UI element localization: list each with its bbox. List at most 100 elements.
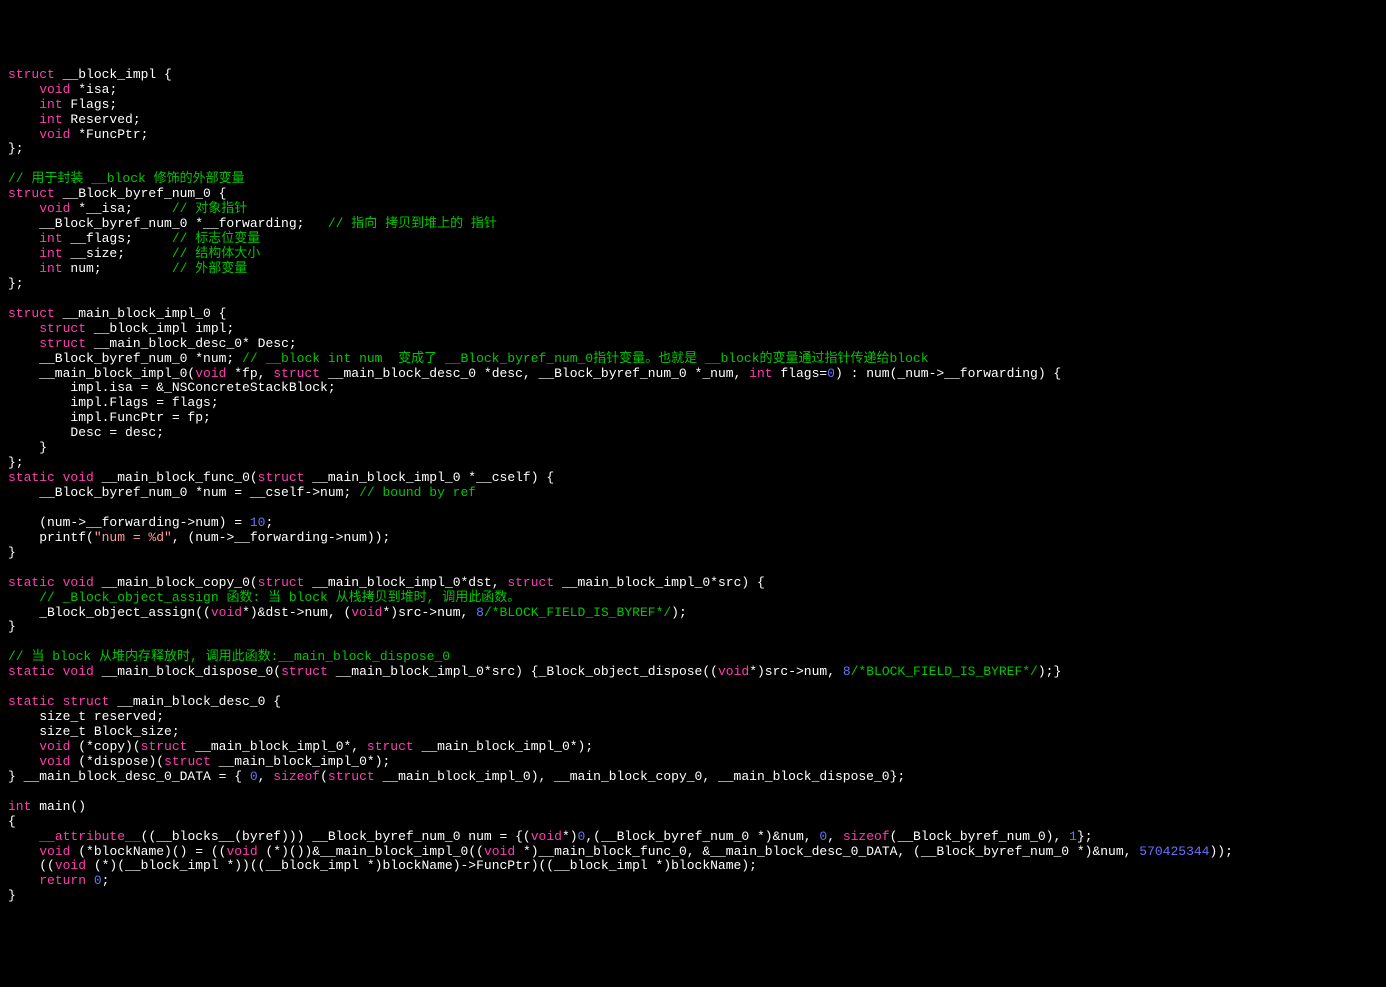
- token-id: [55, 694, 63, 709]
- token-id: (*copy)(: [70, 739, 140, 754]
- token-id: __main_block_impl_0(: [8, 366, 195, 381]
- token-id: __main_block_impl_0), __main_block_copy_…: [375, 769, 906, 784]
- token-cm: // 外部变量: [172, 261, 247, 276]
- token-id: __Block_byref_num_0 *__forwarding;: [8, 216, 328, 231]
- code-line: }: [8, 889, 1378, 904]
- token-id: ;: [102, 873, 110, 888]
- token-id: __main_block_copy_0(: [94, 575, 258, 590]
- code-line: [8, 785, 1378, 800]
- code-line: [8, 561, 1378, 576]
- token-id: [8, 82, 39, 97]
- token-kw: void: [226, 844, 257, 859]
- token-id: ((__blocks__(byref))) __Block_byref_num_…: [141, 829, 531, 844]
- token-cm: // _Block_object_assign 函数: 当 block 从栈拷贝…: [39, 590, 520, 605]
- token-id: ) : num(_num->__forwarding) {: [835, 366, 1061, 381]
- code-line: int Reserved;: [8, 113, 1378, 128]
- token-id: __block_impl {: [55, 67, 172, 82]
- token-kw: struct: [39, 336, 86, 351]
- token-id: __main_block_dispose_0(: [94, 664, 281, 679]
- token-cm: // 结构体大小: [172, 246, 260, 261]
- token-id: (*dispose)(: [70, 754, 164, 769]
- token-kw: int: [749, 366, 772, 381]
- token-id: size_t reserved;: [8, 709, 164, 724]
- token-id: __main_block_impl_0*src) {_Block_object_…: [328, 664, 718, 679]
- token-id: [8, 590, 39, 605]
- token-id: main(): [31, 799, 86, 814]
- code-line: }: [8, 620, 1378, 635]
- code-line: // 用于封装 __block 修饰的外部变量: [8, 172, 1378, 187]
- token-id: [8, 97, 39, 112]
- code-line: };: [8, 277, 1378, 292]
- code-line: void (*copy)(struct __main_block_impl_0*…: [8, 740, 1378, 755]
- token-kw: struct: [8, 67, 55, 82]
- code-line: static struct __main_block_desc_0 {: [8, 695, 1378, 710]
- token-kw: void: [39, 739, 70, 754]
- token-id: __main_block_func_0(: [94, 470, 258, 485]
- token-id: [55, 664, 63, 679]
- token-id: [8, 844, 39, 859]
- code-line: void (*dispose)(struct __main_block_impl…: [8, 755, 1378, 770]
- token-id: [8, 336, 39, 351]
- token-id: };: [1077, 829, 1093, 844]
- token-kw: void: [39, 844, 70, 859]
- token-id: [8, 739, 39, 754]
- code-block: struct __block_impl { void *isa; int Fla…: [8, 68, 1378, 905]
- token-id: *)src->num,: [749, 664, 843, 679]
- token-id: ,(__Block_byref_num_0 *)&num,: [585, 829, 819, 844]
- token-id: }: [8, 619, 16, 634]
- token-kw: struct: [141, 739, 188, 754]
- code-line: void *__isa; // 对象指针: [8, 202, 1378, 217]
- code-line: int Flags;: [8, 98, 1378, 113]
- token-id: };: [8, 141, 24, 156]
- token-id: Desc = desc;: [8, 425, 164, 440]
- token-id: *)src->num,: [383, 605, 477, 620]
- token-id: ));: [1209, 844, 1232, 859]
- code-line: impl.isa = &_NSConcreteStackBlock;: [8, 381, 1378, 396]
- token-id: (num->__forwarding->num) =: [8, 515, 250, 530]
- token-kw: struct: [258, 470, 305, 485]
- code-line: (num->__forwarding->num) = 10;: [8, 516, 1378, 531]
- token-id: [55, 470, 63, 485]
- token-id: __main_block_impl_0*,: [187, 739, 366, 754]
- token-id: __main_block_desc_0 {: [109, 694, 281, 709]
- code-line: {: [8, 815, 1378, 830]
- token-num: 0: [250, 769, 258, 784]
- code-line: void *FuncPtr;: [8, 128, 1378, 143]
- code-line: size_t reserved;: [8, 710, 1378, 725]
- code-line: struct __main_block_desc_0* Desc;: [8, 337, 1378, 352]
- token-id: [8, 261, 39, 276]
- token-cm: /*BLOCK_FIELD_IS_BYREF*/: [484, 605, 671, 620]
- token-kw: void: [211, 605, 242, 620]
- token-id: }: [8, 440, 47, 455]
- code-line: __main_block_impl_0(void *fp, struct __m…: [8, 367, 1378, 382]
- token-id: , (num->__forwarding->num));: [172, 530, 390, 545]
- token-id: }: [8, 888, 16, 903]
- code-line: struct __main_block_impl_0 {: [8, 307, 1378, 322]
- token-id: (*blockName)() = ((: [70, 844, 226, 859]
- code-line: impl.FuncPtr = fp;: [8, 411, 1378, 426]
- token-kw: struct: [281, 664, 328, 679]
- token-id: _Block_object_assign((: [8, 605, 211, 620]
- token-num: 10: [250, 515, 266, 530]
- code-line: [8, 292, 1378, 307]
- code-line: size_t Block_size;: [8, 725, 1378, 740]
- token-cm: // 用于封装 __block 修饰的外部变量: [8, 171, 245, 186]
- token-id: flags=: [773, 366, 828, 381]
- token-id: (__Block_byref_num_0),: [890, 829, 1069, 844]
- token-id: (*)())&__main_block_impl_0((: [258, 844, 484, 859]
- token-id: Flags;: [63, 97, 118, 112]
- token-id: }: [8, 545, 16, 560]
- token-id: __Block_byref_num_0 *num = __cself->num;: [8, 485, 359, 500]
- token-kw: void: [63, 470, 94, 485]
- code-line: } __main_block_desc_0_DATA = { 0, sizeof…: [8, 770, 1378, 785]
- token-id: __block_impl impl;: [86, 321, 234, 336]
- code-line: __Block_byref_num_0 *num; // __block int…: [8, 352, 1378, 367]
- token-kw: int: [39, 246, 62, 261]
- token-kw: static: [8, 470, 55, 485]
- token-id: __main_block_desc_0* Desc;: [86, 336, 297, 351]
- token-id: __main_block_impl_0 {: [55, 306, 227, 321]
- token-id: size_t Block_size;: [8, 724, 180, 739]
- code-line: void *isa;: [8, 83, 1378, 98]
- token-id: } __main_block_desc_0_DATA = {: [8, 769, 250, 784]
- token-id: *fp,: [226, 366, 273, 381]
